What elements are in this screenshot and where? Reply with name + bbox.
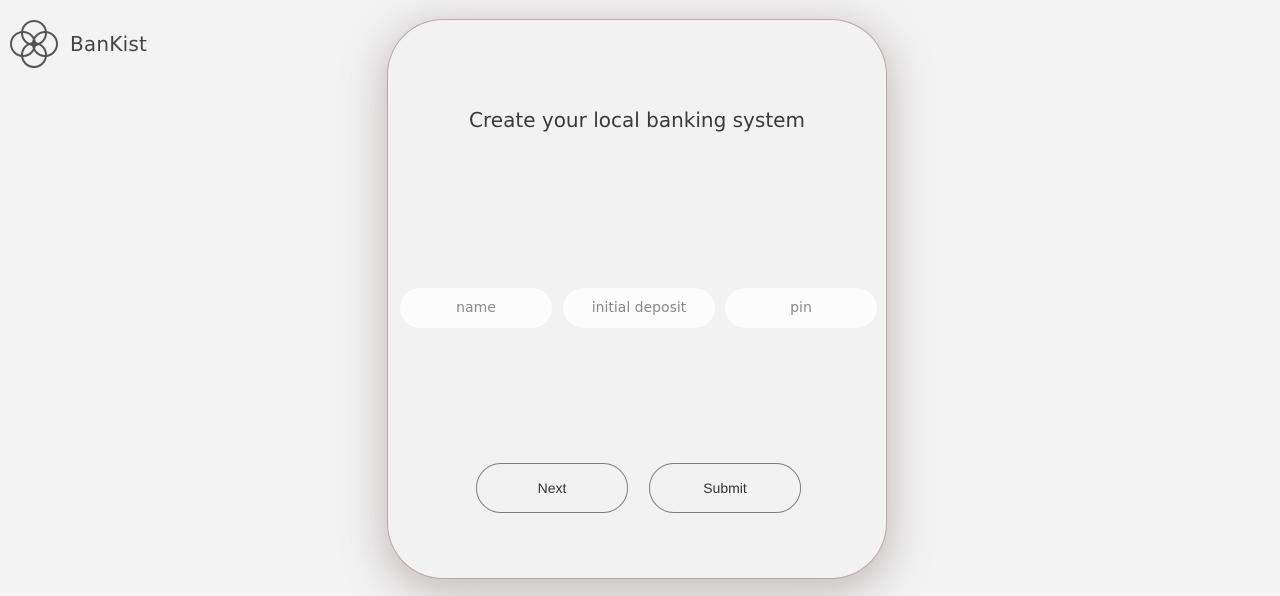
initial-deposit-input[interactable] — [563, 288, 715, 328]
four-circle-logo-icon — [10, 20, 58, 68]
create-bank-card: Create your local banking system Next Su… — [387, 19, 887, 579]
brand-logo[interactable]: BanKist — [8, 18, 147, 70]
card-title: Create your local banking system — [469, 108, 805, 132]
next-button[interactable]: Next — [476, 463, 628, 513]
submit-button[interactable]: Submit — [649, 463, 801, 513]
pin-input[interactable] — [725, 288, 877, 328]
name-input[interactable] — [400, 288, 552, 328]
brand-name: BanKist — [70, 32, 147, 56]
